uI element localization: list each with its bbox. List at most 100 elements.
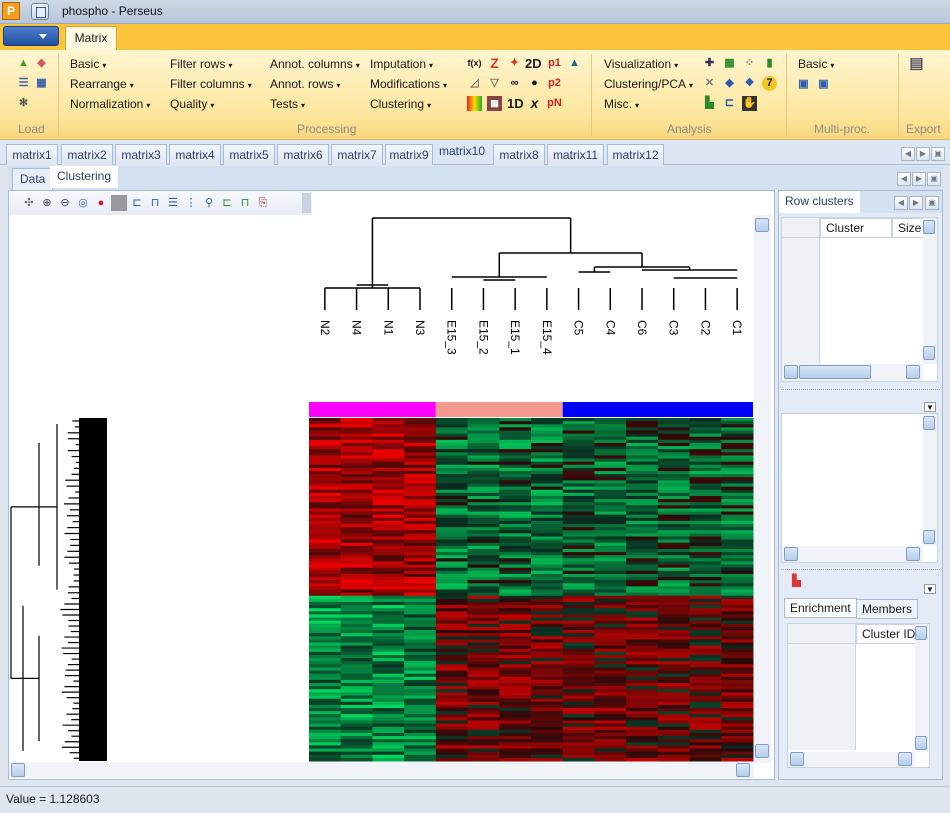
heatmap-cell[interactable]: [404, 654, 437, 659]
heatmap-cell[interactable]: [721, 464, 754, 469]
heatmap-cell[interactable]: [340, 711, 373, 715]
heatmap-cell[interactable]: [372, 552, 405, 556]
heatmap-cell[interactable]: [531, 442, 564, 447]
heatmap-cell[interactable]: [404, 676, 437, 681]
heatmap-cell[interactable]: [657, 748, 691, 753]
heatmap-cell[interactable]: [499, 729, 532, 734]
menu-clustering-pca[interactable]: Clustering/PCA ▾: [604, 77, 693, 97]
heatmap-cell[interactable]: [372, 424, 405, 428]
heatmap-cell[interactable]: [499, 480, 532, 484]
heatmap-cell[interactable]: [372, 477, 405, 481]
heatmap-cell[interactable]: [499, 689, 532, 693]
heatmap-cell[interactable]: [372, 676, 405, 681]
heatmap-cell[interactable]: [721, 589, 754, 594]
heatmap-cell[interactable]: [467, 424, 500, 428]
heatmap-cell[interactable]: [689, 555, 722, 559]
heatmap-cell[interactable]: [626, 570, 659, 575]
heatmap-cell[interactable]: [404, 449, 437, 453]
menu-annot-rows[interactable]: Annot. rows ▾: [270, 77, 360, 97]
heatmap-cell[interactable]: [340, 686, 373, 690]
heatmap-cell[interactable]: [499, 430, 532, 435]
heatmap-cell[interactable]: [721, 692, 754, 697]
heatmap-cell[interactable]: [721, 592, 754, 597]
heatmap-cell[interactable]: [499, 595, 532, 600]
heatmap-cell[interactable]: [626, 651, 659, 656]
heatmap-cell[interactable]: [340, 664, 373, 668]
heatmap-cell[interactable]: [340, 707, 373, 712]
heatmap-cell[interactable]: [657, 545, 691, 550]
heatmap-cell[interactable]: [372, 673, 405, 678]
heatmap-cell[interactable]: [689, 536, 722, 541]
heatmap-cell[interactable]: [309, 726, 342, 731]
heatmap-cell[interactable]: [372, 586, 405, 590]
heatmap-cell[interactable]: [657, 548, 691, 553]
heatmap-cell[interactable]: [689, 446, 722, 450]
heatmap-cell[interactable]: [657, 486, 691, 491]
heatmap-cell[interactable]: [626, 670, 659, 675]
heatmap-cell[interactable]: [309, 483, 342, 488]
heatmap-cell[interactable]: [435, 623, 469, 628]
heatmap-cell[interactable]: [435, 673, 469, 678]
heatmap-cell[interactable]: [721, 698, 754, 703]
heatmap-cell[interactable]: [340, 536, 373, 541]
heatmap-cell[interactable]: [657, 536, 691, 541]
heatmap-cell[interactable]: [626, 552, 659, 556]
heatmap-cell[interactable]: [721, 645, 754, 650]
heatmap-cell[interactable]: [372, 548, 405, 553]
heatmap-cell[interactable]: [626, 698, 659, 703]
heatmap-cell[interactable]: [404, 601, 437, 606]
heatmap-cell[interactable]: [531, 751, 564, 756]
heatmap-cell[interactable]: [435, 620, 469, 625]
heatmap-cell[interactable]: [657, 480, 691, 484]
heatmap-cell[interactable]: [657, 720, 691, 725]
heatmap-cell[interactable]: [499, 483, 532, 488]
heatmap-cell[interactable]: [657, 608, 691, 612]
heatmap-cell[interactable]: [626, 739, 659, 743]
heatmap-cell[interactable]: [594, 577, 627, 581]
heatmap-cell[interactable]: [531, 520, 564, 525]
heatmap-cell[interactable]: [309, 686, 342, 690]
heatmap-cell[interactable]: [404, 623, 437, 628]
heatmap-cell[interactable]: [340, 598, 373, 603]
heatmap-cell[interactable]: [689, 511, 722, 516]
heatmap-cell[interactable]: [626, 751, 659, 756]
heatmap-cell[interactable]: [531, 658, 564, 662]
heatmap-cell[interactable]: [721, 717, 754, 721]
heatmap-cell[interactable]: [689, 583, 722, 587]
heatmap-cell[interactable]: [340, 430, 373, 435]
heatmap-cell[interactable]: [562, 492, 595, 497]
heatmap-cell[interactable]: [340, 555, 373, 559]
heatmap-cell[interactable]: [626, 620, 659, 625]
heatmap-cell[interactable]: [340, 633, 373, 637]
heatmap-cell[interactable]: [657, 573, 691, 578]
heatmap-cell[interactable]: [562, 561, 595, 566]
heatmap-cell[interactable]: [435, 545, 469, 550]
heatmap-cell[interactable]: [657, 751, 691, 756]
heatmap-cell[interactable]: [721, 679, 754, 684]
heatmap-cell[interactable]: [340, 461, 373, 466]
heatmap-cell[interactable]: [594, 598, 627, 603]
heatmap-cell[interactable]: [467, 517, 500, 522]
heatmap-cell[interactable]: [499, 698, 532, 703]
heatmap-cell[interactable]: [309, 458, 342, 463]
heatmap-cell[interactable]: [657, 723, 691, 728]
heatmap-cell[interactable]: [689, 720, 722, 725]
heatmap-cell[interactable]: [531, 605, 564, 609]
heatmap-cell[interactable]: [467, 630, 500, 634]
heatmap-cell[interactable]: [467, 548, 500, 553]
heatmap-cell[interactable]: [689, 620, 722, 625]
heatmap-cell[interactable]: [594, 729, 627, 734]
heatmap-cell[interactable]: [531, 623, 564, 628]
heatmap-cell[interactable]: [435, 555, 469, 559]
heatmap-cell[interactable]: [340, 567, 373, 572]
heatmap-cell[interactable]: [626, 442, 659, 447]
heatmap-cell[interactable]: [689, 654, 722, 659]
heatmap-cell[interactable]: [372, 633, 405, 637]
heatmap-cell[interactable]: [562, 695, 595, 700]
heatmap-cell[interactable]: [562, 689, 595, 693]
heatmap-cell[interactable]: [499, 707, 532, 712]
heatmap-cell[interactable]: [562, 514, 595, 519]
menu-clustering[interactable]: Clustering ▾: [370, 97, 447, 117]
heatmap-cell[interactable]: [531, 502, 564, 506]
heatmap-cell[interactable]: [467, 670, 500, 675]
